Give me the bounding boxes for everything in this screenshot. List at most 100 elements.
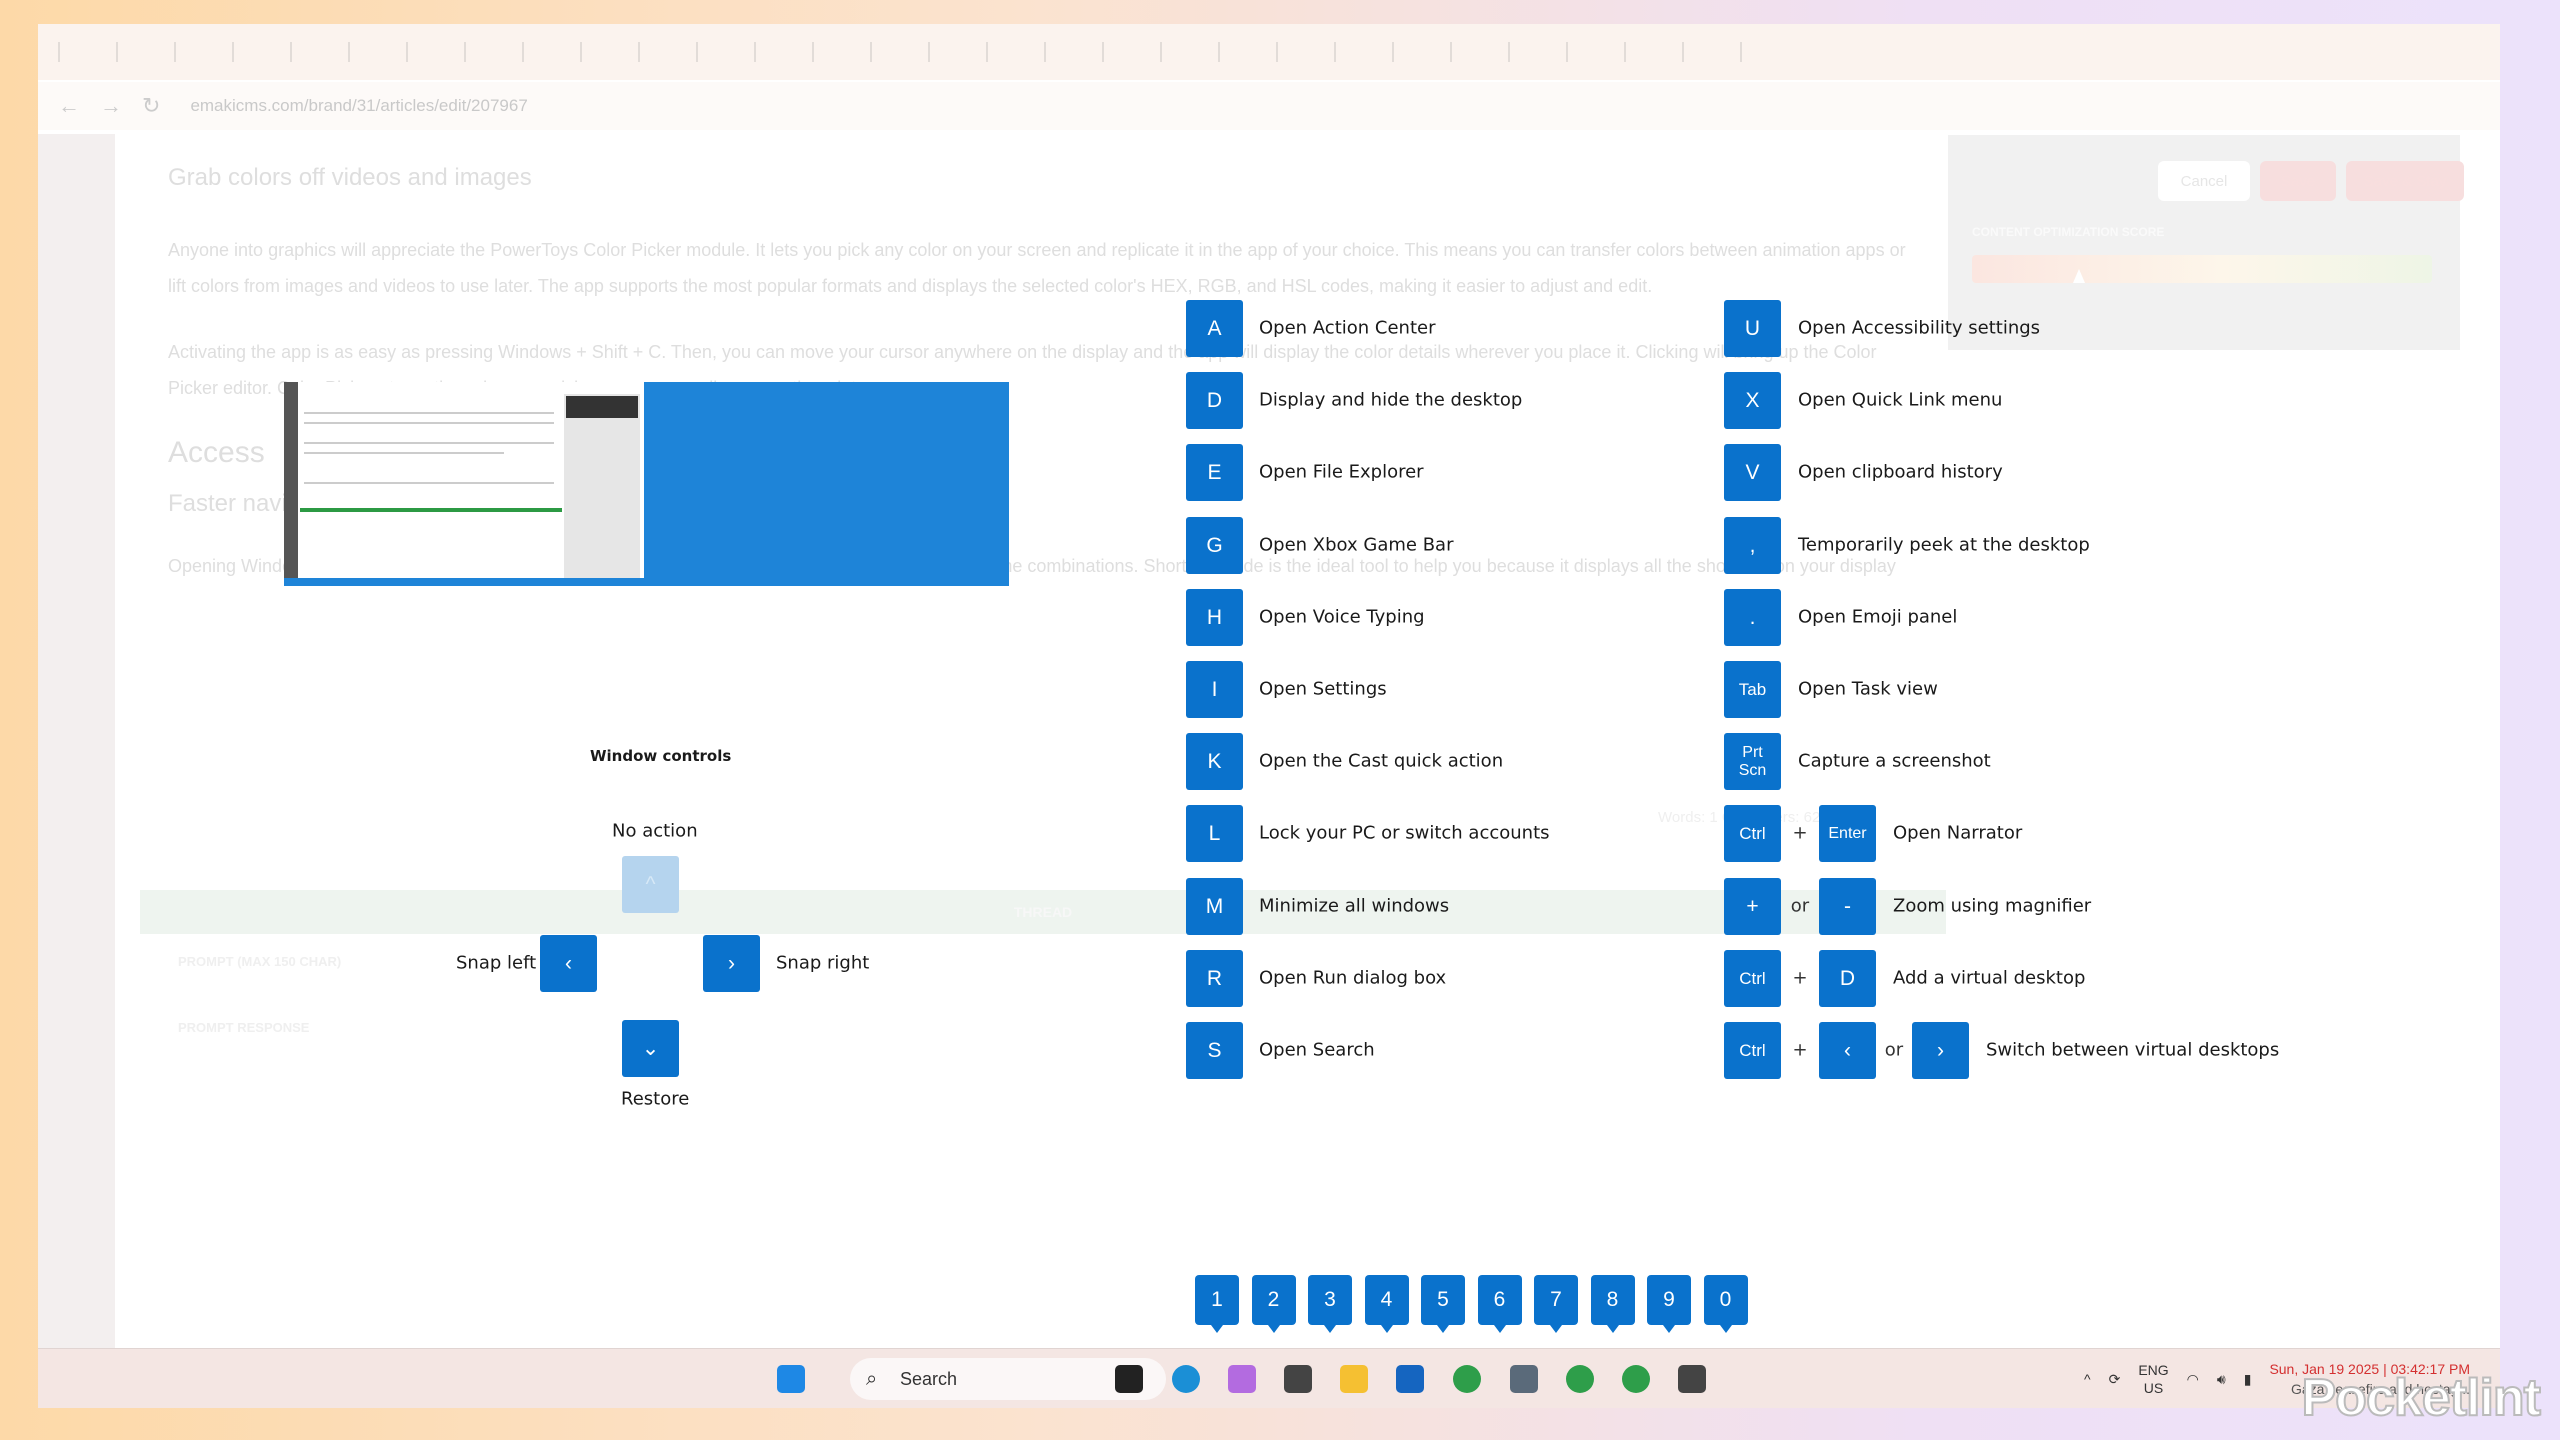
taskbar-number-badge: 3 (1308, 1275, 1352, 1333)
task-view-icon[interactable] (1115, 1365, 1143, 1393)
browser-tab[interactable] (1160, 42, 1204, 62)
left-key: ‹ (540, 935, 597, 992)
shortcut-key: , (1724, 516, 1781, 574)
shortcut-key: X (1724, 372, 1781, 430)
browser-tab[interactable] (754, 42, 798, 62)
score-bar (1972, 255, 2432, 283)
store-icon[interactable] (1396, 1365, 1424, 1393)
shortcut-key: L (1186, 805, 1243, 863)
browser-tab[interactable] (1450, 42, 1494, 62)
shortcut-key: Enter (1819, 805, 1876, 863)
shortcut-label: Minimize all windows (1259, 895, 1450, 917)
volume-icon[interactable]: 🔊︎ (2217, 1371, 2226, 1388)
browser-tab[interactable] (1334, 42, 1378, 62)
browser-tab[interactable] (1508, 42, 1552, 62)
shortcut-key: + (1724, 877, 1781, 935)
browser-tab[interactable] (1682, 42, 1726, 62)
tab-strip[interactable] (38, 24, 2500, 80)
search-placeholder: Search (900, 1368, 958, 1389)
browser-tab[interactable] (638, 42, 682, 62)
chevron-up-icon[interactable]: ^ (2084, 1371, 2091, 1387)
sync-icon[interactable]: ⟳ (2109, 1371, 2121, 1388)
battery-icon[interactable]: ▮ (2244, 1371, 2252, 1388)
browser-tab[interactable] (116, 42, 160, 62)
browser-tab[interactable] (290, 42, 334, 62)
window-thumbnail (284, 382, 646, 586)
shortcut-key: › (1912, 1022, 1969, 1079)
browser-tab[interactable] (58, 42, 102, 62)
browser-tab[interactable] (928, 42, 972, 62)
cancel-button[interactable]: Cancel (2158, 161, 2250, 201)
article-paragraph: Anyone into graphics will appreciate the… (168, 240, 1906, 296)
url-field[interactable]: emakicms.com/brand/31/articles/edit/2079… (190, 96, 527, 116)
shortcut-label: Open Narrator (1893, 822, 2023, 844)
calculator-icon[interactable] (1510, 1365, 1538, 1393)
prompt-label: PROMPT (MAX 150 CHAR) (178, 954, 342, 969)
shortcut-label: Open Xbox Game Bar (1259, 534, 1454, 556)
back-icon[interactable]: ← (58, 93, 80, 119)
wifi-icon[interactable]: ◠ (2187, 1371, 2199, 1388)
taskbar-number-badge: 9 (1647, 1275, 1691, 1333)
app-icon[interactable] (1284, 1365, 1312, 1393)
app-icon[interactable] (1678, 1365, 1706, 1393)
language-indicator[interactable]: ENG US (2138, 1361, 2168, 1397)
address-bar[interactable]: ← → ↻ emakicms.com/brand/31/articles/edi… (38, 82, 2500, 130)
shortcut-label: Open Action Center (1259, 317, 1436, 339)
browser-tab[interactable] (1044, 42, 1088, 62)
browser-tab[interactable] (986, 42, 1030, 62)
browser-tab[interactable] (1624, 42, 1668, 62)
start-icon[interactable] (777, 1365, 805, 1393)
file-explorer-icon[interactable] (1340, 1365, 1368, 1393)
shortcut-key: Ctrl (1724, 1022, 1781, 1079)
shortcut-key: A (1186, 300, 1243, 357)
window-controls-title: Window controls (590, 747, 732, 765)
reload-icon[interactable]: ↻ (142, 93, 160, 119)
edge-icon[interactable] (1172, 1365, 1200, 1393)
browser-tab[interactable] (1218, 42, 1262, 62)
copilot-icon[interactable] (1228, 1365, 1256, 1393)
chrome-icon[interactable] (1453, 1365, 1481, 1393)
browser-tab[interactable] (696, 42, 740, 62)
browser-tab[interactable] (174, 42, 218, 62)
shortcut-key: Ctrl (1724, 949, 1781, 1007)
browser-tab[interactable] (522, 42, 566, 62)
restore-label: Restore (621, 1088, 690, 1110)
browser-window: ← → ↻ emakicms.com/brand/31/articles/edi… (38, 24, 2500, 1408)
shortcut-key: Ctrl (1724, 805, 1781, 863)
save-stay-button[interactable]: Save & Stay (2346, 161, 2464, 201)
shortcut-label: Add a virtual desktop (1893, 967, 2086, 989)
taskbar-number-badge: 7 (1534, 1275, 1578, 1333)
shortcut-label: Open Accessibility settings (1798, 317, 2041, 339)
window-snap-preview (284, 382, 1009, 586)
shortcut-label: Lock your PC or switch accounts (1259, 822, 1550, 844)
shortcut-key: D (1186, 372, 1243, 430)
chrome-icon[interactable] (1622, 1365, 1650, 1393)
chrome-icon[interactable] (1566, 1365, 1594, 1393)
save-button[interactable]: Save (2260, 161, 2336, 201)
forward-icon[interactable]: → (100, 93, 122, 119)
browser-tab[interactable] (232, 42, 276, 62)
shortcut-label: Open Run dialog box (1259, 967, 1447, 989)
browser-tab[interactable] (1566, 42, 1610, 62)
browser-tab[interactable] (1740, 42, 1784, 62)
browser-tab[interactable] (464, 42, 508, 62)
shortcut-key: R (1186, 949, 1243, 1007)
shortcut-label: Open the Cast quick action (1259, 750, 1504, 772)
region: US (2143, 1380, 2164, 1396)
no-action-label: No action (612, 820, 698, 842)
browser-tab[interactable] (580, 42, 624, 62)
thread-bar: THREAD (140, 890, 1946, 934)
browser-tab[interactable] (348, 42, 392, 62)
browser-tab[interactable] (406, 42, 450, 62)
taskbar-number-badge: 1 (1195, 1275, 1239, 1333)
browser-tab[interactable] (1392, 42, 1436, 62)
browser-tab[interactable] (870, 42, 914, 62)
down-key: ⌄ (622, 1020, 679, 1077)
browser-tab[interactable] (1102, 42, 1146, 62)
taskbar-number-badge: 5 (1421, 1275, 1465, 1333)
shortcut-key: I (1186, 661, 1243, 718)
browser-tab[interactable] (1276, 42, 1320, 62)
shortcut-label: Open clipboard history (1798, 461, 2003, 483)
browser-tab[interactable] (812, 42, 856, 62)
shortcut-label: Open File Explorer (1259, 461, 1424, 483)
